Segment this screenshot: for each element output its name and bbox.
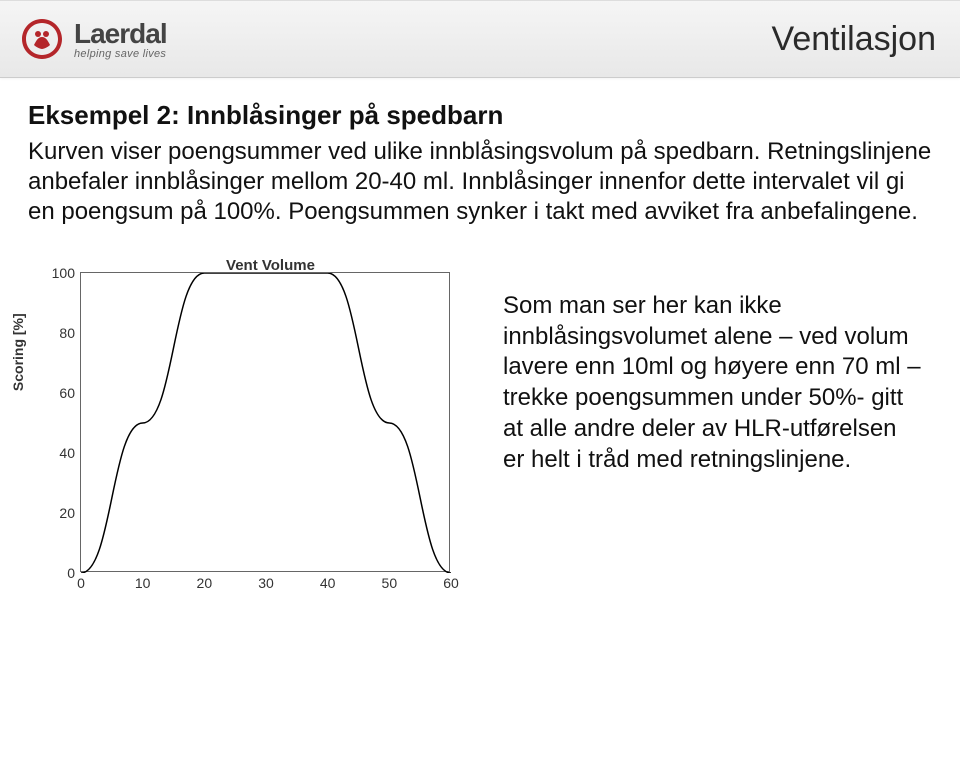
brand-tagline: helping save lives [74, 48, 167, 60]
section-heading: Eksempel 2: Innblåsinger på spedbarn [28, 100, 932, 131]
logo-block: Laerdal helping save lives [18, 15, 167, 63]
chart-inner: Scoring [%] 0204060801000102030405060 [28, 272, 473, 572]
chart-xtick: 40 [320, 575, 336, 591]
chart-container: Vent Volume Scoring [%] 0204060801000102… [28, 257, 473, 572]
chart-xtick: 0 [77, 575, 85, 591]
chart-xtick: 60 [443, 575, 459, 591]
chart-plot-area: 0204060801000102030405060 [80, 272, 450, 572]
chart-ytick: 20 [59, 505, 75, 521]
chart-xtick: 20 [197, 575, 213, 591]
side-note: Som man ser her kan ikke innblåsingsvolu… [503, 257, 932, 475]
chart-ytick: 80 [59, 325, 75, 341]
logo-text: Laerdal helping save lives [74, 18, 167, 60]
laerdal-logo-icon [18, 15, 66, 63]
chart-ytick: 60 [59, 385, 75, 401]
chart-ytick: 40 [59, 445, 75, 461]
chart-xtick: 10 [135, 575, 151, 591]
body-text: Kurven viser poengsummer ved ulike innbl… [28, 137, 932, 227]
chart-xtick: 50 [382, 575, 398, 591]
chart-ytick: 0 [67, 565, 75, 581]
chart-ytick: 100 [52, 265, 75, 281]
lower-row: Vent Volume Scoring [%] 0204060801000102… [28, 257, 932, 572]
chart-ylabel: Scoring [%] [10, 313, 26, 391]
chart-xtick: 30 [258, 575, 274, 591]
header-bar: Laerdal helping save lives Ventilasjon [0, 0, 960, 78]
brand-name: Laerdal [74, 18, 167, 50]
content: Eksempel 2: Innblåsinger på spedbarn Kur… [0, 78, 960, 572]
page-title: Ventilasjon [772, 20, 936, 59]
chart-series-line [81, 273, 451, 573]
chart-svg [81, 273, 451, 573]
